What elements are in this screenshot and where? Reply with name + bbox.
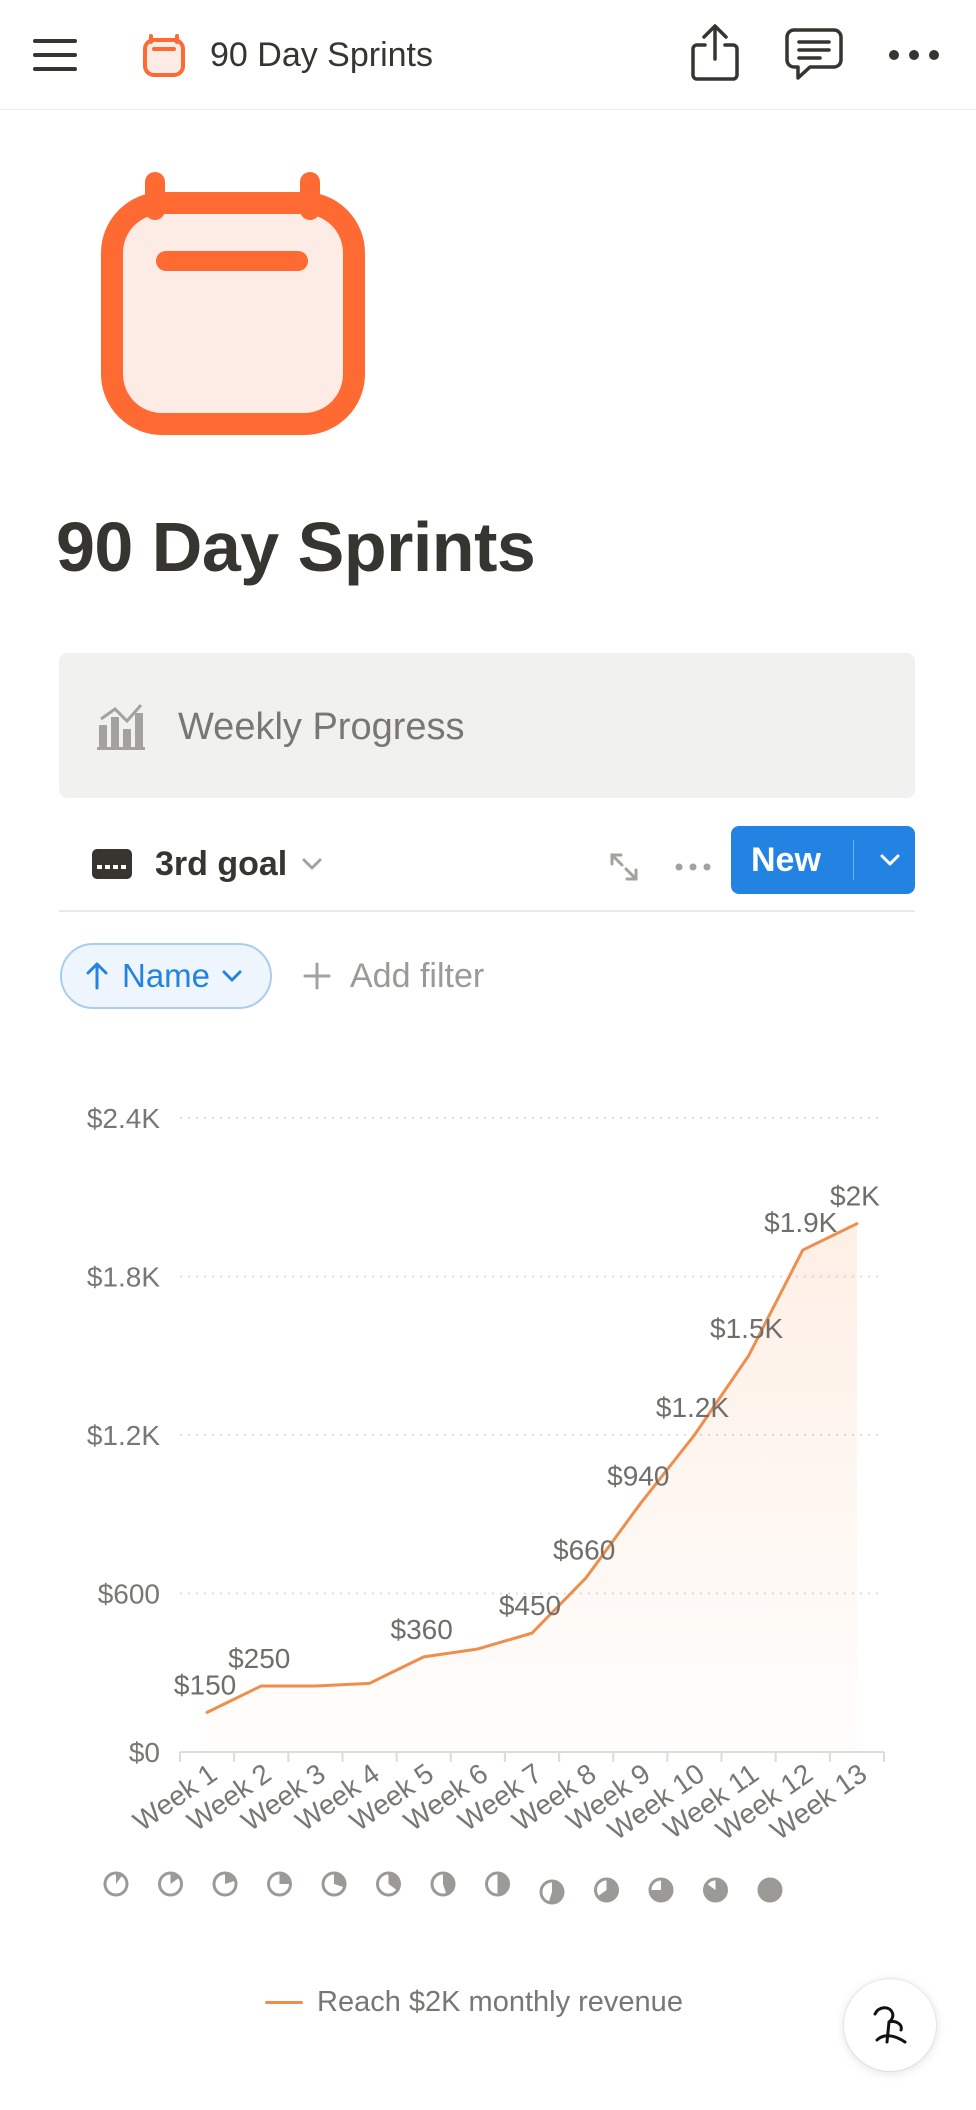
data-label: $250 xyxy=(228,1643,290,1674)
menu-button[interactable] xyxy=(22,25,88,85)
add-filter-label: Add filter xyxy=(350,956,485,995)
data-label: $450 xyxy=(499,1590,561,1621)
share-icon xyxy=(691,24,739,81)
data-label: $150 xyxy=(174,1669,236,1700)
card-icon xyxy=(92,849,132,879)
chart-legend[interactable]: Reach $2K monthly revenue xyxy=(265,1980,683,2024)
y-tick-label: $1.8K xyxy=(87,1262,160,1293)
page-title[interactable]: 90 Day Sprints xyxy=(56,505,536,589)
new-button-divider xyxy=(853,840,854,880)
new-button[interactable]: New xyxy=(731,826,915,894)
legend-series-label: Reach $2K monthly revenue xyxy=(317,1985,683,2018)
new-button-label: New xyxy=(751,841,821,879)
chevron-down-icon xyxy=(302,858,322,870)
page-icon-button[interactable] xyxy=(138,30,190,82)
legend-swatch xyxy=(265,2000,303,2004)
arrow-up-icon xyxy=(86,962,108,990)
more-options-button[interactable] xyxy=(876,25,952,85)
share-button[interactable] xyxy=(680,18,750,88)
database-title: Weekly Progress xyxy=(178,706,465,748)
view-name: 3rd goal xyxy=(155,844,288,883)
chevron-down-icon xyxy=(222,970,242,982)
plus-icon xyxy=(303,962,331,990)
add-filter-button[interactable]: Add filter xyxy=(302,943,484,1009)
top-bar: 90 Day Sprints xyxy=(0,0,976,110)
comments-button[interactable] xyxy=(778,20,850,90)
more-icon xyxy=(675,863,711,871)
expand-icon xyxy=(610,853,638,881)
view-selector[interactable]: 3rd goal xyxy=(91,834,323,894)
more-icon xyxy=(889,50,939,60)
data-label: $660 xyxy=(553,1535,615,1566)
sort-chip[interactable]: Name xyxy=(60,943,272,1009)
progress-pie-fill xyxy=(759,1879,781,1901)
data-label: $360 xyxy=(391,1614,453,1645)
series-area xyxy=(207,1223,857,1752)
linked-database-header[interactable]: Weekly Progress xyxy=(59,653,915,798)
expand-view-button[interactable] xyxy=(599,842,649,892)
chevron-down-icon xyxy=(880,854,900,866)
data-label: $1.2K xyxy=(656,1392,729,1423)
view-toolbar: 3rd goal New xyxy=(59,820,915,912)
comment-icon xyxy=(785,28,843,80)
notion-ai-icon xyxy=(873,2006,907,2044)
calendar-icon xyxy=(143,34,185,77)
calendar-icon xyxy=(101,172,365,435)
y-tick-label: $2.4K xyxy=(87,1103,160,1134)
data-label: $2K xyxy=(830,1181,880,1212)
top-bar-title[interactable]: 90 Day Sprints xyxy=(210,33,433,77)
y-tick-label: $600 xyxy=(98,1579,160,1610)
menu-icon xyxy=(33,39,77,71)
sort-label: Name xyxy=(122,957,211,994)
data-label: $1.9K xyxy=(764,1207,837,1238)
view-more-button[interactable] xyxy=(665,842,721,892)
chart-icon xyxy=(97,704,145,750)
data-label: $940 xyxy=(607,1461,669,1492)
progress-pie-fill xyxy=(279,1873,291,1884)
y-tick-label: $0 xyxy=(129,1737,160,1768)
help-button[interactable] xyxy=(844,1979,936,2071)
new-options-button[interactable] xyxy=(865,826,915,894)
data-label: $1.5K xyxy=(710,1313,783,1344)
y-tick-label: $1.2K xyxy=(87,1420,160,1451)
page-icon[interactable] xyxy=(98,170,368,440)
